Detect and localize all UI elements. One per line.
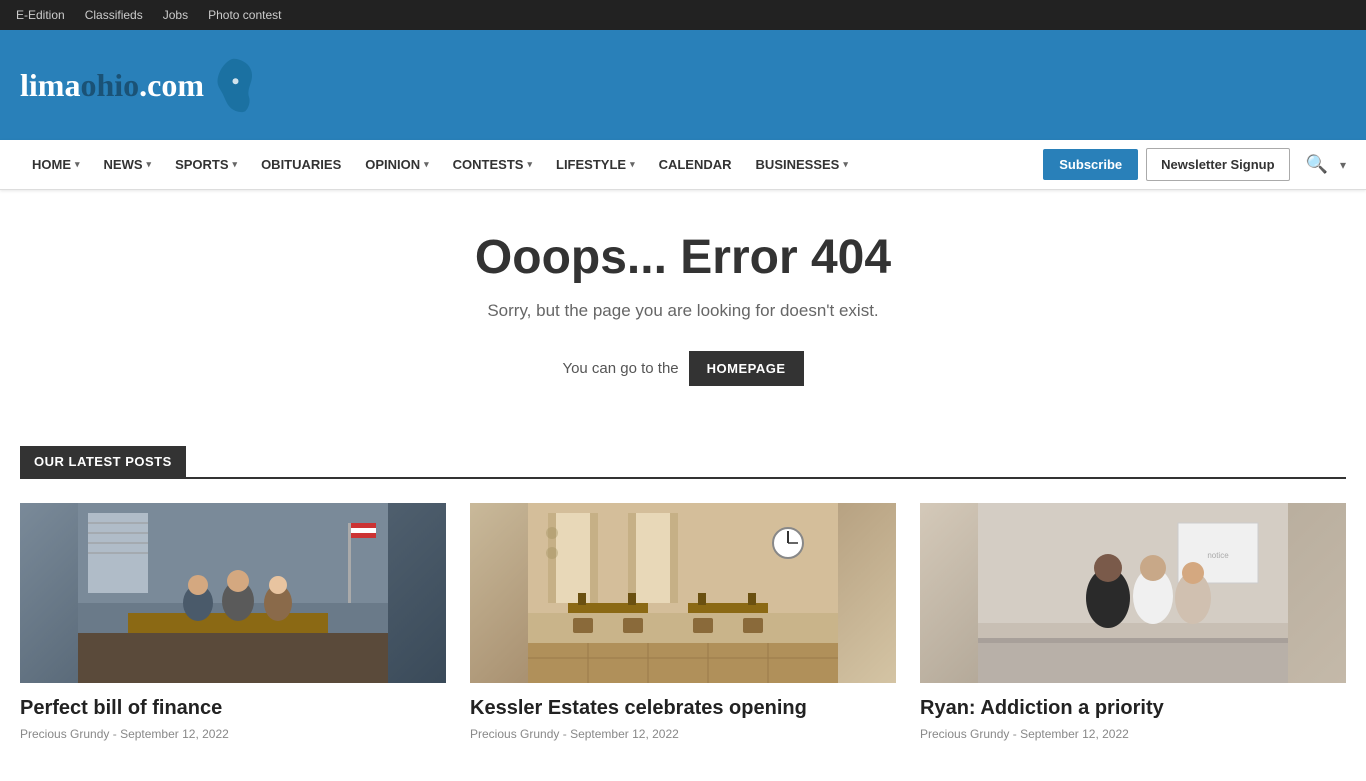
top-bar-edition-link[interactable]: E-Edition bbox=[16, 8, 65, 22]
post-image-2[interactable] bbox=[470, 503, 896, 683]
latest-posts-label: OUR LATEST POSTS bbox=[20, 446, 186, 477]
nav-items-list: HOME ▾ NEWS ▾ SPORTS ▾ OBITUARIES OPINIO… bbox=[20, 140, 1043, 190]
homepage-row: You can go to the HOMEPAGE bbox=[20, 351, 1346, 386]
post-title-3[interactable]: Ryan: Addiction a priority bbox=[920, 695, 1346, 721]
nav-item-obituaries: OBITUARIES bbox=[249, 140, 353, 190]
post-meta-2: Precious Grundy - September 12, 2022 bbox=[470, 727, 896, 741]
post-meta-1: Precious Grundy - September 12, 2022 bbox=[20, 727, 446, 741]
post-date-2: September 12, 2022 bbox=[570, 727, 679, 741]
post-card-3: notice Ryan: Addiction a priority bbox=[920, 503, 1346, 741]
nav-link-sports[interactable]: SPORTS ▾ bbox=[163, 140, 249, 190]
error-content: Ooops... Error 404 Sorry, but the page y… bbox=[0, 190, 1366, 426]
logo-ohio: ohio bbox=[80, 67, 139, 103]
error-title: Ooops... Error 404 bbox=[20, 230, 1346, 285]
latest-posts-section: OUR LATEST POSTS bbox=[0, 426, 1366, 781]
nav-link-calendar[interactable]: CALENDAR bbox=[647, 140, 744, 190]
nav-link-news[interactable]: NEWS ▾ bbox=[92, 140, 164, 190]
nav-item-sports: SPORTS ▾ bbox=[163, 140, 249, 190]
svg-text:notice: notice bbox=[1207, 551, 1229, 560]
nav-link-obituaries[interactable]: OBITUARIES bbox=[249, 140, 353, 190]
news-chevron-icon: ▾ bbox=[147, 159, 152, 170]
logo[interactable]: limaohio.com bbox=[20, 55, 259, 115]
nav-item-news: NEWS ▾ bbox=[92, 140, 164, 190]
nav-right-actions: Subscribe Newsletter Signup 🔍 ▾ bbox=[1043, 148, 1346, 181]
post-date-3: September 12, 2022 bbox=[1020, 727, 1129, 741]
post-date-1: September 12, 2022 bbox=[120, 727, 229, 741]
site-header: limaohio.com bbox=[0, 30, 1366, 140]
go-to-text: You can go to the bbox=[562, 360, 678, 377]
nav-link-contests[interactable]: CONTESTS ▾ bbox=[441, 140, 544, 190]
post-author-2: Precious Grundy bbox=[470, 727, 559, 741]
nav-item-lifestyle: LIFESTYLE ▾ bbox=[544, 140, 647, 190]
latest-posts-header: OUR LATEST POSTS bbox=[20, 446, 1346, 479]
post-title-1[interactable]: Perfect bill of finance bbox=[20, 695, 446, 721]
nav-item-businesses: BUSINESSES ▾ bbox=[744, 140, 860, 190]
post-author-1: Precious Grundy bbox=[20, 727, 109, 741]
post-title-2[interactable]: Kessler Estates celebrates opening bbox=[470, 695, 896, 721]
top-bar-photo-link[interactable]: Photo contest bbox=[208, 8, 281, 22]
businesses-chevron-icon: ▾ bbox=[843, 159, 848, 170]
nav-item-calendar: CALENDAR bbox=[647, 140, 744, 190]
logo-domain: .com bbox=[139, 67, 204, 103]
nav-link-businesses[interactable]: BUSINESSES ▾ bbox=[744, 140, 860, 190]
post-meta-3: Precious Grundy - September 12, 2022 bbox=[920, 727, 1346, 741]
logo-lima: lima bbox=[20, 67, 80, 103]
newsletter-button[interactable]: Newsletter Signup bbox=[1146, 148, 1289, 181]
nav-item-opinion: OPINION ▾ bbox=[353, 140, 440, 190]
subscribe-button[interactable]: Subscribe bbox=[1043, 149, 1138, 180]
lifestyle-chevron-icon: ▾ bbox=[630, 159, 635, 170]
posts-grid: Perfect bill of finance Precious Grundy … bbox=[20, 503, 1346, 741]
nav-item-contests: CONTESTS ▾ bbox=[441, 140, 544, 190]
error-subtitle: Sorry, but the page you are looking for … bbox=[20, 301, 1346, 321]
post-card-2: Kessler Estates celebrates opening Preci… bbox=[470, 503, 896, 741]
council-scene-icon bbox=[20, 503, 446, 683]
nav-item-home: HOME ▾ bbox=[20, 140, 92, 190]
nav-link-opinion[interactable]: OPINION ▾ bbox=[353, 140, 440, 190]
home-chevron-icon: ▾ bbox=[75, 159, 80, 170]
nav-link-lifestyle[interactable]: LIFESTYLE ▾ bbox=[544, 140, 647, 190]
post-card-1: Perfect bill of finance Precious Grundy … bbox=[20, 503, 446, 741]
sports-chevron-icon: ▾ bbox=[233, 159, 238, 170]
nav-extra-dropdown-icon[interactable]: ▾ bbox=[1340, 158, 1346, 172]
opinion-chevron-icon: ▾ bbox=[424, 159, 429, 170]
search-icon[interactable]: 🔍 bbox=[1306, 154, 1328, 175]
main-nav: HOME ▾ NEWS ▾ SPORTS ▾ OBITUARIES OPINIO… bbox=[0, 140, 1366, 190]
top-bar-jobs-link[interactable]: Jobs bbox=[163, 8, 188, 22]
homepage-button[interactable]: HOMEPAGE bbox=[689, 351, 804, 386]
ryan-scene-icon: notice bbox=[920, 503, 1346, 683]
nav-link-home[interactable]: HOME ▾ bbox=[20, 140, 92, 190]
ohio-state-shape-icon bbox=[209, 55, 259, 115]
contests-chevron-icon: ▾ bbox=[527, 159, 532, 170]
kessler-scene-icon bbox=[470, 503, 896, 683]
post-author-3: Precious Grundy bbox=[920, 727, 1009, 741]
top-bar: E-Edition Classifieds Jobs Photo contest bbox=[0, 0, 1366, 30]
post-image-1[interactable] bbox=[20, 503, 446, 683]
top-bar-classifieds-link[interactable]: Classifieds bbox=[85, 8, 143, 22]
post-image-3[interactable]: notice bbox=[920, 503, 1346, 683]
